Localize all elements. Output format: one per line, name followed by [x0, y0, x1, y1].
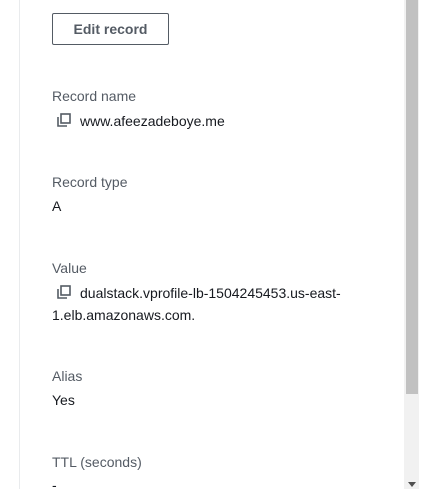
value-line-2: 1.elb.amazonaws.com. — [52, 307, 196, 323]
record-name-row: www.afeezadeboye.me — [56, 110, 225, 132]
ttl-label: TTL (seconds) — [52, 454, 142, 470]
edit-record-button[interactable]: Edit record — [52, 13, 169, 45]
record-name-label: Record name — [52, 88, 137, 104]
chevron-down-icon[interactable] — [408, 482, 416, 487]
alias-label: Alias — [52, 368, 83, 384]
scrollbar-thumb[interactable] — [406, 0, 418, 394]
value-line-1: dualstack.vprofile-lb-1504245453.us-east… — [80, 285, 341, 301]
record-type-label: Record type — [52, 174, 128, 190]
vertical-scrollbar[interactable] — [404, 0, 419, 489]
ttl-value: - — [52, 477, 57, 493]
record-type-value: A — [52, 198, 62, 214]
copy-icon[interactable] — [56, 284, 72, 300]
copy-icon[interactable] — [56, 112, 72, 128]
value-row: dualstack.vprofile-lb-1504245453.us-east… — [56, 282, 341, 304]
record-details-panel — [19, 0, 405, 489]
left-gutter — [0, 0, 19, 489]
record-name-value: www.afeezadeboye.me — [80, 113, 225, 129]
value-label: Value — [52, 260, 87, 276]
alias-value: Yes — [52, 392, 75, 408]
